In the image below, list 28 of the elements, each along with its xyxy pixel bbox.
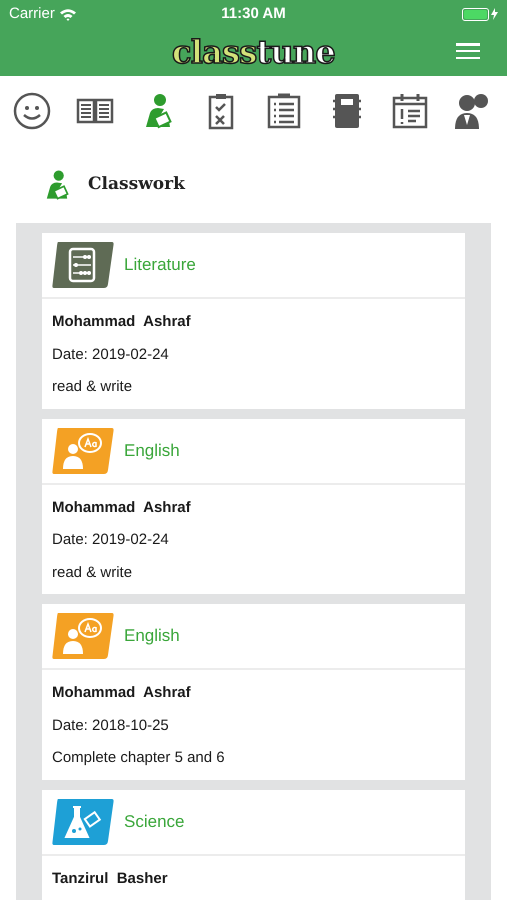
teacher-name: Tanzirul Basher <box>52 868 169 888</box>
classwork-card[interactable]: Literature Mohammad Ashraf Date: 2019-02-24 read & write <box>42 233 465 408</box>
date-text: Date: 2018-10-25 <box>52 716 170 736</box>
subject-name: English <box>124 625 180 648</box>
teacher-name: Mohammad Ashraf <box>52 498 192 518</box>
classwork-card[interactable]: English Mohammad Ashraf Date: 2019-02-24 read & write <box>42 418 465 594</box>
smiley-icon[interactable] <box>12 91 52 132</box>
note-text: Complete chapter 5 and 6 <box>52 748 226 768</box>
battery-icon <box>462 8 490 20</box>
note-text: read & write <box>52 377 134 397</box>
classwork-card[interactable]: Science Tanzirul Basher <box>42 790 465 900</box>
date-text: Date: 2019-02-24 <box>52 530 170 550</box>
charging-bolt-icon <box>491 8 498 20</box>
calendar-icon[interactable] <box>390 91 430 132</box>
section-title: Classwork <box>88 172 185 196</box>
teacher-name: Mohammad Ashraf <box>52 683 192 703</box>
status-time: 11:30 AM <box>221 4 286 24</box>
subject-name: Literature <box>124 254 196 276</box>
subject-name: Science <box>124 810 184 833</box>
wifi-icon <box>58 8 77 20</box>
app-logo: classtune <box>172 36 335 68</box>
date-text: Date: 2019-02-24 <box>52 344 170 364</box>
teacher-name: Mohammad Ashraf <box>52 312 192 332</box>
subject-name: English <box>124 440 180 462</box>
classwork-card[interactable]: English Mohammad Ashraf Date: 2018-10-25 Complete chapter 5 and 6 <box>42 604 465 780</box>
carrier-label: Carrier <box>9 4 55 24</box>
menu-button[interactable] <box>456 42 480 60</box>
note-text: read & write <box>52 562 134 582</box>
